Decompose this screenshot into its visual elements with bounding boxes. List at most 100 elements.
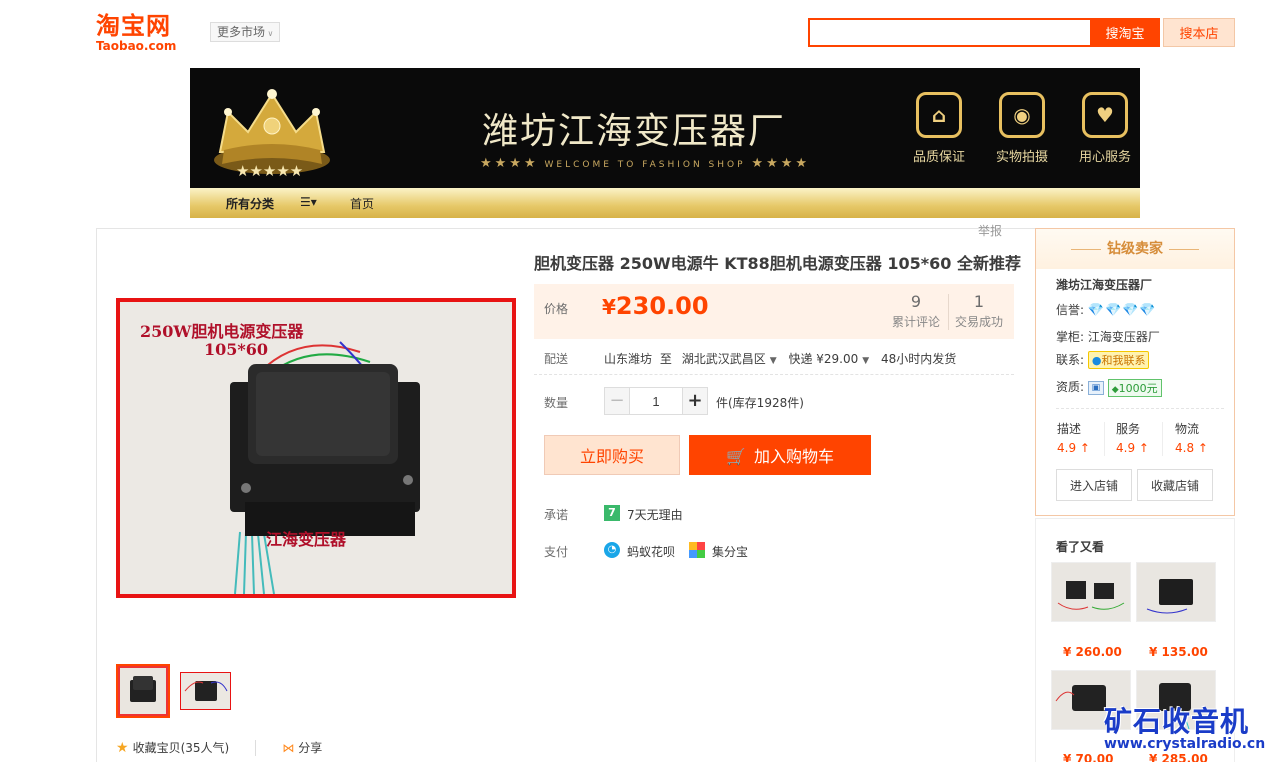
thumbnail-1[interactable] [116,664,170,718]
sales-label: 交易成功 [954,315,1003,329]
favorite-count: (35人气) [180,741,230,755]
score-logistics-label: 物流 [1175,422,1200,436]
keeper-row: 掌柜: 江海变压器厂 [1056,328,1160,345]
add-to-cart-button[interactable]: 🛒 加入购物车 [689,435,871,475]
recommend-item-image[interactable] [1136,562,1216,622]
sales-stat: 1 交易成功 [952,292,1006,330]
banner-shop-name: 潍坊江海变压器厂 [482,111,787,152]
favorite-shop-button[interactable]: 收藏店铺 [1137,469,1213,501]
product-main-image[interactable]: 250W胆机电源变压器 105*60 江海变压器 [116,298,516,598]
id-card-icon[interactable]: ▣ [1087,380,1104,395]
search-shop-button[interactable]: 搜本店 [1163,18,1235,47]
keeper-name[interactable]: 江海变压器厂 [1088,330,1160,344]
qualification-row: 资质: ▣ ◆1000元 [1056,378,1162,397]
price-label: 价格 [544,302,569,316]
report-link[interactable]: 举报 [978,222,1002,239]
price-value: ¥230.00 [602,292,709,320]
thumbnail-2[interactable] [180,672,231,710]
dashed-divider [534,374,1014,375]
buy-now-button[interactable]: 立即购买 [544,435,680,475]
crown-logo-icon: ★★★★★ [214,89,330,180]
thumbnail-1-image [118,666,168,716]
score-description-value: 4.9 ↑ [1057,441,1090,455]
quantity-decrease-button[interactable]: − [604,387,630,415]
contact-me-button[interactable]: ●和我联系 [1087,351,1150,369]
divider [255,739,257,756]
recommend-item-price[interactable]: ¥ 260.00 [1063,645,1122,659]
score-divider [1104,422,1105,456]
promise-text[interactable]: 7天无理由 [627,506,683,523]
favorite-share-row: ★ 收藏宝贝 (35人气) ⋈ 分享 [116,739,322,756]
chevron-down-icon: ∨ [265,29,274,38]
more-market-dropdown[interactable]: 更多市场 ∨ [210,22,281,42]
diamond-rating-icon[interactable]: 💎💎💎💎 [1088,303,1157,318]
logo-text-en: Taobao.com [96,39,177,53]
watermark: 矿石收音机 www.crystalradio.cn [1104,700,1274,752]
badge-service: ♥ 用心服务 [1070,92,1140,165]
search-taobao-button[interactable]: 搜淘宝 [1090,18,1160,47]
recommend-item-price[interactable]: ¥ 285.00 [1149,752,1208,762]
badge-quality: ⌂ 品质保证 [904,92,974,165]
enter-shop-button[interactable]: 进入店铺 [1056,469,1132,501]
seller-level-text: 钻级卖家 [1107,241,1163,257]
quantity-input[interactable] [630,387,682,415]
reviews-stat[interactable]: 9 累计评论 [888,292,944,330]
shield-icon: ◆ [1111,384,1119,395]
payment-label: 支付 [544,545,569,559]
banner-stars-left: ★★★★ [480,156,539,171]
quantity-label: 数量 [544,396,569,410]
quantity-increase-button[interactable]: + [682,387,708,415]
ship-to-select[interactable]: 湖北武汉武昌区 [682,352,766,366]
heart-icon: ♥ [1082,92,1128,138]
camera-icon: ◉ [999,92,1045,138]
badge-quality-label: 品质保证 [912,150,965,165]
badge-service-label: 用心服务 [1078,150,1131,165]
score-service: 服务 4.9 ↑ [1116,420,1149,455]
watermark-url: www.crystalradio.cn [1104,736,1266,752]
image-caption-1: 250W胆机电源变压器 [140,322,304,341]
shipping-info: 山东潍坊 至 湖北武汉武昌区 ▼ 快递 ¥29.00 ▼ 48小时内发货 [604,350,956,367]
deposit-badge[interactable]: ◆1000元 [1107,378,1162,397]
svg-text:★★★★★: ★★★★★ [236,162,303,180]
image-caption-2: 105*60 [204,340,269,359]
contact-label: 联系: [1056,353,1085,367]
recommend-item-price[interactable]: ¥ 135.00 [1149,645,1208,659]
recommend-item-image[interactable] [1051,562,1131,622]
score-divider [1162,422,1163,456]
payment-jifenbao[interactable]: 集分宝 [712,543,748,560]
caret-down-icon[interactable]: ▼ [770,356,777,366]
stat-divider [948,294,949,330]
nav-home[interactable]: 首页 [350,195,374,212]
favorite-item-link[interactable]: 收藏宝贝 [133,739,181,756]
price-amount: 230.00 [615,292,709,320]
banner-welcome: ★★★★ WELCOME TO FASHION SHOP ★★★★ [480,156,810,171]
reviews-count: 9 [910,292,922,311]
caret-down-icon[interactable]: ▼ [862,356,869,366]
nav-all-categories[interactable]: 所有分类 [226,195,274,212]
search-input[interactable] [810,20,1090,45]
share-icon: ⋈ [282,740,295,755]
share-link[interactable]: 分享 [298,739,322,756]
shop-nav-bar: 所有分类 ☰▾ 首页 [190,188,1140,218]
contact-me-label: 和我联系 [1101,354,1146,367]
logo-text-cn: 淘宝网 [96,11,171,40]
ship-method-select[interactable]: 快递 ¥29.00 [788,352,858,366]
seller-level: 钻级卖家 [1036,229,1234,269]
reviews-label: 累计评论 [891,315,940,329]
banner-stars-right: ★★★★ [751,156,811,171]
taobao-logo[interactable]: 淘宝网 Taobao.com [96,11,192,53]
search-box [808,18,1090,47]
recommend-item-price[interactable]: ¥ 70.00 [1063,752,1113,762]
also-viewed-title: 看了又看 [1056,540,1105,554]
product-title: 胆机变压器 250W电源牛 KT88胆机电源变压器 105*60 全新推荐 [534,254,1021,273]
list-menu-icon[interactable]: ☰▾ [300,195,317,209]
jifenbao-icon [689,542,705,558]
shipping-label: 配送 [544,352,569,366]
score-logistics: 物流 4.8 ↑ [1175,420,1208,455]
seller-shop-name[interactable]: 潍坊江海变压器厂 [1056,276,1152,293]
more-market-label: 更多市场 [217,25,266,39]
score-description: 描述 4.9 ↑ [1057,420,1090,455]
cart-icon: 🛒 [726,449,746,466]
credit-label: 信誉: [1056,303,1085,317]
payment-huabei[interactable]: 蚂蚁花呗 [627,543,675,560]
